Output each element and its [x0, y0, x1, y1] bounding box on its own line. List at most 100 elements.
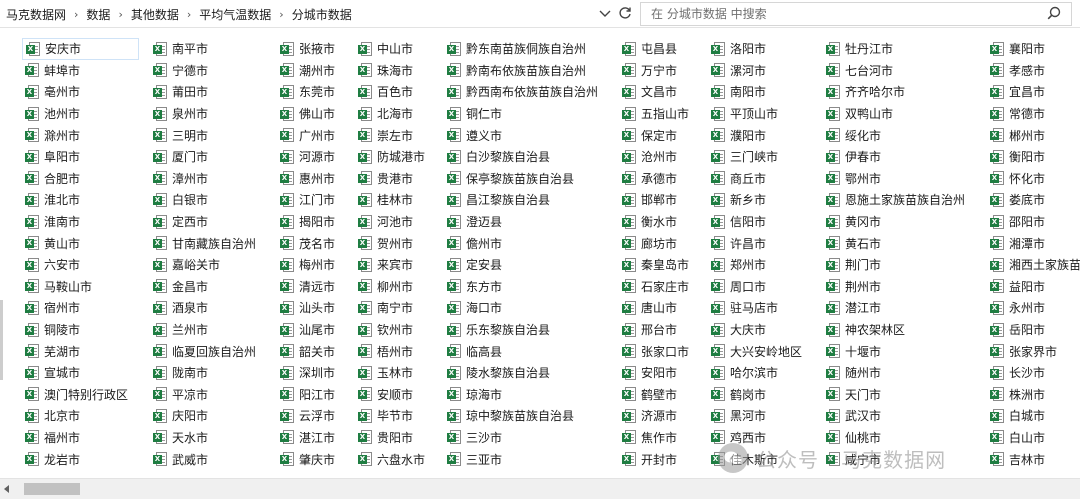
file-item[interactable]: X 大庆市: [708, 319, 806, 341]
scrollbar-edge[interactable]: [0, 300, 3, 380]
file-item[interactable]: X 三明市: [150, 124, 260, 146]
file-item[interactable]: X 贵港市: [355, 168, 429, 190]
file-item[interactable]: X 昌江黎族自治县: [444, 189, 602, 211]
file-item[interactable]: X 黔东南苗族侗族自治州: [444, 38, 602, 60]
file-item[interactable]: X 湛江市: [277, 427, 339, 449]
file-item[interactable]: X 南平市: [150, 38, 260, 60]
file-item[interactable]: X 襄阳市: [987, 38, 1080, 60]
breadcrumb-separator-icon[interactable]: ›: [274, 8, 288, 21]
file-item[interactable]: X 濮阳市: [708, 124, 806, 146]
file-item[interactable]: X 七台河市: [823, 60, 969, 82]
file-item[interactable]: X 临高县: [444, 340, 602, 362]
file-item[interactable]: X 梧州市: [355, 340, 429, 362]
file-item[interactable]: X 东方市: [444, 276, 602, 298]
file-item[interactable]: X 廊坊市: [619, 232, 693, 254]
file-item[interactable]: X 秦皇岛市: [619, 254, 693, 276]
breadcrumb-item[interactable]: 数据: [83, 6, 113, 23]
file-item[interactable]: X 黔西南布依族苗族自治州: [444, 81, 602, 103]
file-item[interactable]: X 黑河市: [708, 405, 806, 427]
file-item[interactable]: X 阜阳市: [22, 146, 139, 168]
file-item[interactable]: X 鹤岗市: [708, 384, 806, 406]
file-item[interactable]: X 大兴安岭地区: [708, 340, 806, 362]
file-item[interactable]: X 屯昌县: [619, 38, 693, 60]
file-item[interactable]: X 咸宁市: [823, 448, 969, 470]
file-item[interactable]: X 天水市: [150, 427, 260, 449]
file-item[interactable]: X 东莞市: [277, 81, 339, 103]
file-item[interactable]: X 鹤壁市: [619, 384, 693, 406]
file-item[interactable]: X 孝感市: [987, 60, 1080, 82]
file-item[interactable]: X 永州市: [987, 297, 1080, 319]
file-item[interactable]: X 三门峡市: [708, 146, 806, 168]
file-item[interactable]: X 海口市: [444, 297, 602, 319]
file-item[interactable]: X 酒泉市: [150, 297, 260, 319]
file-item[interactable]: X 金昌市: [150, 276, 260, 298]
breadcrumb-item[interactable]: 平均气温数据: [196, 6, 274, 23]
file-item[interactable]: X 来宾市: [355, 254, 429, 276]
file-item[interactable]: X 陵水黎族自治县: [444, 362, 602, 384]
file-item[interactable]: X 潜江市: [823, 297, 969, 319]
search-icon[interactable]: [1047, 6, 1063, 22]
file-item[interactable]: X 长沙市: [987, 362, 1080, 384]
file-item[interactable]: X 文昌市: [619, 81, 693, 103]
file-item[interactable]: X 白沙黎族自治县: [444, 146, 602, 168]
file-item[interactable]: X 常德市: [987, 103, 1080, 125]
file-item[interactable]: X 泉州市: [150, 103, 260, 125]
file-item[interactable]: X 北京市: [22, 405, 139, 427]
file-item[interactable]: X 鸡西市: [708, 427, 806, 449]
file-item[interactable]: X 平顶山市: [708, 103, 806, 125]
file-item[interactable]: X 阳江市: [277, 384, 339, 406]
file-item[interactable]: X 龙岩市: [22, 448, 139, 470]
refresh-icon[interactable]: [616, 4, 634, 22]
file-item[interactable]: X 河源市: [277, 146, 339, 168]
file-item[interactable]: X 南阳市: [708, 81, 806, 103]
file-item[interactable]: X 武汉市: [823, 405, 969, 427]
file-item[interactable]: X 衡水市: [619, 211, 693, 233]
breadcrumb[interactable]: 马克数据网 › 数据 › 其他数据 › 平均气温数据 › 分城市数据: [0, 2, 614, 26]
file-item[interactable]: X 定安县: [444, 254, 602, 276]
file-item[interactable]: X 潮州市: [277, 60, 339, 82]
file-item[interactable]: X 琼海市: [444, 384, 602, 406]
file-item[interactable]: X 柳州市: [355, 276, 429, 298]
file-item[interactable]: X 滁州市: [22, 124, 139, 146]
file-item[interactable]: X 茂名市: [277, 232, 339, 254]
file-item[interactable]: X 许昌市: [708, 232, 806, 254]
file-item[interactable]: X 哈尔滨市: [708, 362, 806, 384]
file-item[interactable]: X 焦作市: [619, 427, 693, 449]
file-item[interactable]: X 河池市: [355, 211, 429, 233]
file-item[interactable]: X 万宁市: [619, 60, 693, 82]
file-item[interactable]: X 玉林市: [355, 362, 429, 384]
file-item[interactable]: X 琼中黎族苗族自治县: [444, 405, 602, 427]
file-item[interactable]: X 福州市: [22, 427, 139, 449]
file-item[interactable]: X 承德市: [619, 168, 693, 190]
file-item[interactable]: X 荆州市: [823, 276, 969, 298]
file-item[interactable]: X 合肥市: [22, 168, 139, 190]
file-item[interactable]: X 安阳市: [619, 362, 693, 384]
file-item[interactable]: X 开封市: [619, 448, 693, 470]
file-item[interactable]: X 蚌埠市: [22, 60, 139, 82]
file-item[interactable]: X 揭阳市: [277, 211, 339, 233]
file-item[interactable]: X 湘潭市: [987, 232, 1080, 254]
file-item[interactable]: X 铜陵市: [22, 319, 139, 341]
file-item[interactable]: X 荆门市: [823, 254, 969, 276]
file-item[interactable]: X 五指山市: [619, 103, 693, 125]
file-item[interactable]: X 广州市: [277, 124, 339, 146]
scrollbar-thumb[interactable]: [24, 483, 80, 495]
file-item[interactable]: X 天门市: [823, 384, 969, 406]
breadcrumb-item[interactable]: 分城市数据: [289, 6, 355, 23]
search-box[interactable]: [640, 2, 1072, 26]
file-item[interactable]: X 遵义市: [444, 124, 602, 146]
file-item[interactable]: X 郑州市: [708, 254, 806, 276]
file-item[interactable]: X 陇南市: [150, 362, 260, 384]
file-item[interactable]: X 伊春市: [823, 146, 969, 168]
file-item[interactable]: X 澄迈县: [444, 211, 602, 233]
file-item[interactable]: X 佳木斯市: [708, 448, 806, 470]
file-item[interactable]: X 仙桃市: [823, 427, 969, 449]
file-item[interactable]: X 南宁市: [355, 297, 429, 319]
file-item[interactable]: X 铜仁市: [444, 103, 602, 125]
file-item[interactable]: X 洛阳市: [708, 38, 806, 60]
breadcrumb-separator-icon[interactable]: ›: [69, 8, 83, 21]
file-item[interactable]: X 安顺市: [355, 384, 429, 406]
file-item[interactable]: X 澳门特别行政区: [22, 384, 139, 406]
file-item[interactable]: X 邵阳市: [987, 211, 1080, 233]
file-item[interactable]: X 定西市: [150, 211, 260, 233]
